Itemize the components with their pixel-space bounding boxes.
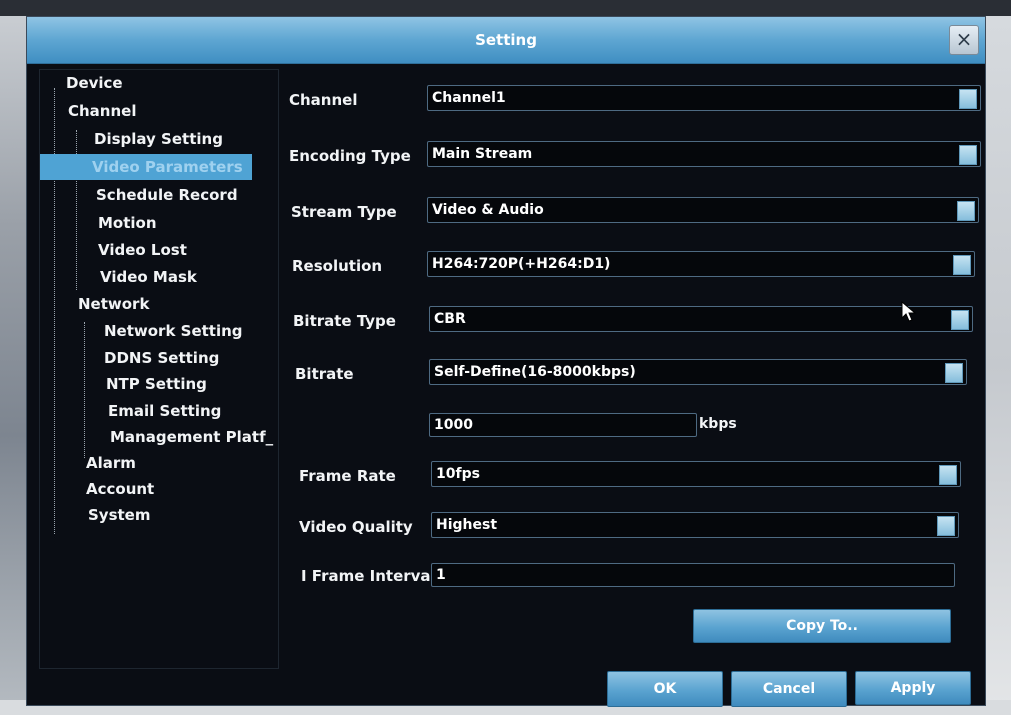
- ok-button[interactable]: OK: [607, 671, 723, 707]
- video-quality-select[interactable]: Highest: [431, 512, 959, 538]
- tree-item-schedule-record[interactable]: Schedule Record: [96, 186, 238, 204]
- tree-item-ddns-setting[interactable]: DDNS Setting: [104, 349, 219, 367]
- video-quality-label: Video Quality: [299, 518, 413, 536]
- channel-label: Channel: [289, 91, 358, 109]
- tree-item-video-parameters[interactable]: Video Parameters: [40, 154, 252, 180]
- tree-item-display-setting[interactable]: Display Setting: [94, 130, 223, 148]
- bitrate-label: Bitrate: [295, 365, 354, 383]
- stream-type-label: Stream Type: [291, 203, 397, 221]
- chevron-down-icon[interactable]: [953, 255, 971, 275]
- bitrate-value: Self-Define(16-8000kbps): [434, 364, 636, 380]
- window-title: Setting: [475, 31, 537, 49]
- setting-dialog: Setting × Device Channel Display Setting…: [26, 16, 986, 707]
- chevron-down-icon[interactable]: [959, 145, 977, 165]
- resolution-select[interactable]: H264:720P(+H264:D1): [427, 251, 975, 277]
- settings-tree: Device Channel Display Setting Video Par…: [39, 69, 279, 669]
- bitrate-custom-value: 1000: [434, 417, 473, 433]
- background-left: [0, 16, 26, 715]
- encoding-type-select[interactable]: Main Stream: [427, 141, 981, 167]
- close-icon: ×: [955, 27, 973, 51]
- encoding-type-value: Main Stream: [432, 146, 533, 162]
- cancel-button[interactable]: Cancel: [731, 671, 847, 707]
- i-frame-interval-input[interactable]: 1: [431, 563, 955, 587]
- stream-type-select[interactable]: Video & Audio: [427, 197, 979, 223]
- tree-item-network[interactable]: Network: [78, 295, 149, 313]
- tree-item-video-lost[interactable]: Video Lost: [98, 241, 187, 259]
- background-frame-top: [0, 0, 1011, 16]
- stream-type-value: Video & Audio: [432, 202, 544, 218]
- chevron-down-icon[interactable]: [939, 465, 957, 485]
- bitrate-unit: kbps: [699, 416, 737, 432]
- bitrate-type-value: CBR: [434, 311, 466, 327]
- tree-item-video-mask[interactable]: Video Mask: [100, 268, 197, 286]
- i-frame-interval-label: I Frame Interval: [301, 567, 436, 585]
- chevron-down-icon[interactable]: [959, 89, 977, 109]
- background-right: [985, 16, 1011, 715]
- tree-item-management-platform[interactable]: Management Platf_: [110, 428, 273, 446]
- resolution-label: Resolution: [292, 257, 383, 275]
- video-quality-value: Highest: [436, 517, 498, 533]
- bitrate-custom-input[interactable]: 1000: [429, 413, 697, 437]
- tree-item-alarm[interactable]: Alarm: [86, 454, 136, 472]
- tree-item-system[interactable]: System: [88, 506, 150, 524]
- chevron-down-icon[interactable]: [957, 201, 975, 221]
- tree-item-device[interactable]: Device: [66, 74, 123, 92]
- bitrate-select[interactable]: Self-Define(16-8000kbps): [429, 359, 967, 385]
- bitrate-type-label: Bitrate Type: [293, 312, 396, 330]
- mouse-pointer-icon: [901, 301, 917, 322]
- tree-item-email-setting[interactable]: Email Setting: [108, 402, 221, 420]
- apply-button[interactable]: Apply: [855, 671, 971, 705]
- channel-select[interactable]: Channel1: [427, 85, 981, 111]
- frame-rate-value: 10fps: [436, 466, 480, 482]
- tree-item-channel[interactable]: Channel: [68, 102, 136, 120]
- chevron-down-icon[interactable]: [937, 516, 955, 536]
- encoding-type-label: Encoding Type: [289, 147, 411, 165]
- close-button[interactable]: ×: [949, 25, 979, 55]
- tree-item-account[interactable]: Account: [86, 480, 154, 498]
- tree-line: [84, 322, 85, 458]
- tree-item-motion[interactable]: Motion: [98, 214, 157, 232]
- i-frame-interval-value: 1: [436, 567, 446, 583]
- tree-item-network-setting[interactable]: Network Setting: [104, 322, 243, 340]
- copy-to-button[interactable]: Copy To..: [693, 609, 951, 643]
- resolution-value: H264:720P(+H264:D1): [432, 256, 611, 272]
- tree-item-ntp-setting[interactable]: NTP Setting: [106, 375, 207, 393]
- chevron-down-icon[interactable]: [951, 310, 969, 330]
- frame-rate-select[interactable]: 10fps: [431, 461, 961, 487]
- chevron-down-icon[interactable]: [945, 363, 963, 383]
- bitrate-type-select[interactable]: CBR: [429, 306, 973, 332]
- channel-value: Channel1: [432, 90, 506, 106]
- title-bar[interactable]: Setting ×: [27, 17, 985, 64]
- frame-rate-label: Frame Rate: [299, 467, 396, 485]
